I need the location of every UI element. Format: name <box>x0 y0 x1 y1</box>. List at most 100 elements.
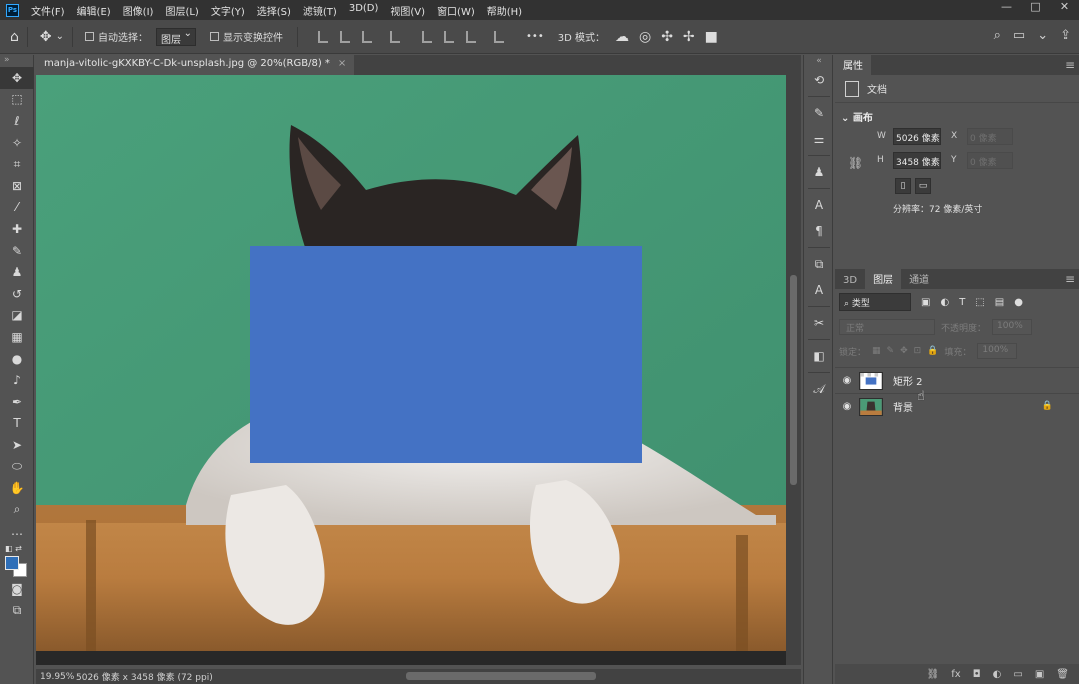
vertical-scroll-thumb[interactable] <box>790 275 797 485</box>
healing-brush-icon[interactable]: ✚ <box>0 218 34 240</box>
lock-transparent-icon[interactable]: ▦ <box>872 346 881 356</box>
layer-row-rectangle[interactable]: ◉ 矩形 2 <box>835 367 1079 393</box>
close-tab-icon[interactable]: × <box>338 58 346 72</box>
move-tool-icon[interactable]: ✥ <box>40 29 52 45</box>
clone-source-icon[interactable]: ♟ <box>804 159 834 185</box>
y-input[interactable]: 0 像素 <box>967 151 1013 169</box>
eraser-tool-icon[interactable]: ◪ <box>0 305 34 327</box>
path-select-icon[interactable]: ➤ <box>0 434 34 456</box>
character-panel-icon[interactable]: A <box>804 192 834 218</box>
minimize-button[interactable]: — <box>992 0 1021 16</box>
filter-toggle-icon[interactable]: ● <box>1014 297 1023 308</box>
3d-slide-icon[interactable]: ✢ <box>683 29 695 45</box>
collapse-toolbar-icon[interactable]: » <box>0 55 33 67</box>
default-colors-icon[interactable]: ◧ ⇄ <box>5 544 22 553</box>
new-layer-icon[interactable]: ▣ <box>1035 669 1044 680</box>
horizontal-scrollbar[interactable] <box>236 672 794 680</box>
marquee-tool-icon[interactable]: ⬚ <box>0 89 34 111</box>
eye-icon[interactable]: ◉ <box>835 401 859 412</box>
more-options-button[interactable]: ••• <box>526 31 544 42</box>
hand-tool-icon[interactable]: ✋ <box>0 477 34 499</box>
lasso-tool-icon[interactable]: ℓ <box>0 110 34 132</box>
more-tools-icon[interactable]: … <box>0 520 34 542</box>
pen-tool-icon[interactable]: ✒ <box>0 391 34 413</box>
eyedropper-icon[interactable]: ⁄ <box>0 197 34 219</box>
3d-camera-icon[interactable]: ■ <box>705 29 718 45</box>
magic-wand-icon[interactable]: ✧ <box>0 132 34 154</box>
delete-layer-icon[interactable]: 🗑 <box>1056 669 1069 680</box>
canvas-area[interactable] <box>36 75 786 665</box>
height-input[interactable]: 3458 像素 <box>893 151 941 169</box>
eye-icon[interactable]: ◉ <box>835 375 859 386</box>
align-bottom-icon[interactable] <box>466 30 477 43</box>
history-panel-icon[interactable]: ⟲ <box>804 67 834 93</box>
tab-layers[interactable]: 图层 <box>865 268 902 289</box>
tab-channels[interactable]: 通道 <box>901 268 937 289</box>
screen-mode-icon[interactable]: ⧉ <box>0 600 34 622</box>
link-icon[interactable]: ⛓ <box>848 156 863 170</box>
glyphs-icon[interactable]: A <box>804 277 834 303</box>
panel-menu-icon[interactable]: ≡ <box>1065 58 1075 72</box>
layer-name[interactable]: 背景 <box>893 399 913 414</box>
adjustments-icon[interactable]: ⚌ <box>804 126 834 152</box>
auto-select-checkbox[interactable] <box>85 32 95 41</box>
menu-file[interactable]: 文件(F) <box>31 3 65 18</box>
quick-mask-icon[interactable]: ◙ <box>0 578 34 600</box>
align-top-icon[interactable] <box>422 30 433 43</box>
align-left-icon[interactable] <box>318 30 329 43</box>
history-brush-icon[interactable]: ↺ <box>0 283 34 305</box>
distribute-vertical-icon[interactable] <box>494 30 505 43</box>
search-icon[interactable]: ⌕ <box>994 28 1001 43</box>
close-button[interactable]: ✕ <box>1050 0 1079 16</box>
type-filter-icon[interactable]: T <box>959 297 965 308</box>
lock-artboard-icon[interactable]: ⊡ <box>914 346 922 356</box>
foreground-color-swatch[interactable] <box>5 556 19 571</box>
blur-tool-icon[interactable]: ● <box>0 348 34 370</box>
dodge-tool-icon[interactable]: ♪ <box>0 369 34 391</box>
tab-3d[interactable]: 3D <box>835 272 865 289</box>
pixel-filter-icon[interactable]: ▣ <box>921 297 930 308</box>
layer-row-background[interactable]: ◉ 背景 🔒 <box>835 393 1079 419</box>
3d-roll-icon[interactable]: ◎ <box>639 29 651 45</box>
document-tab[interactable]: manja-vitolic-gKXKBY-C-Dk-unsplash.jpg @… <box>36 55 355 75</box>
ellipse-tool-icon[interactable]: ⬭ <box>0 456 34 478</box>
distribute-icon[interactable] <box>390 30 401 43</box>
3d-drag-icon[interactable]: ✣ <box>661 29 673 45</box>
type-tool-icon[interactable]: T <box>0 413 34 435</box>
menu-3d[interactable]: 3D(D) <box>349 3 379 18</box>
fill-input[interactable]: 100% <box>977 343 1018 359</box>
menu-layer[interactable]: 图层(L) <box>165 3 198 18</box>
menu-view[interactable]: 视图(V) <box>390 3 425 18</box>
width-input[interactable]: 5026 像素 <box>893 127 941 145</box>
workspace-icon[interactable]: ▭ <box>1013 28 1025 43</box>
layer-comps-icon[interactable]: ⧉ <box>804 251 834 277</box>
x-input[interactable]: 0 像素 <box>967 127 1013 145</box>
align-right-icon[interactable] <box>362 30 373 43</box>
glyph-panel-icon[interactable]: 𝒜 <box>804 376 834 402</box>
gradient-tool-icon[interactable]: ▦ <box>0 326 34 348</box>
menu-image[interactable]: 图像(I) <box>123 3 154 18</box>
chevron-down-icon[interactable]: ⌄ <box>1037 28 1048 43</box>
menu-edit[interactable]: 编辑(E) <box>77 3 111 18</box>
lock-pixels-icon[interactable]: ✎ <box>887 346 895 356</box>
link-layers-icon[interactable]: ⛓ <box>927 669 940 680</box>
3d-orbit-icon[interactable]: ☁ <box>615 29 629 45</box>
new-group-icon[interactable]: ▭ <box>1013 669 1022 680</box>
adjustment-layer-icon[interactable]: ◐ <box>993 669 1002 680</box>
menu-window[interactable]: 窗口(W) <box>437 3 475 18</box>
crop-tool-icon[interactable]: ⌗ <box>0 153 34 175</box>
canvas-section-header[interactable]: ⌄ 画布 <box>835 103 1079 124</box>
menu-select[interactable]: 选择(S) <box>257 3 291 18</box>
opacity-input[interactable]: 100% <box>992 319 1033 335</box>
smart-object-filter-icon[interactable]: ▤ <box>995 297 1004 308</box>
horizontal-scroll-thumb[interactable] <box>406 672 596 680</box>
auto-select-target-dropdown[interactable]: 图层 <box>156 27 197 46</box>
paragraph-panel-icon[interactable]: ¶ <box>804 218 834 244</box>
filter-kind-dropdown[interactable]: ⌕ 类型 <box>839 293 911 311</box>
layer-name[interactable]: 矩形 2 <box>893 373 923 388</box>
zoom-level[interactable]: 19.95% <box>36 672 76 682</box>
vertical-scrollbar[interactable] <box>786 75 801 665</box>
menu-filter[interactable]: 滤镜(T) <box>303 3 337 18</box>
portrait-icon[interactable]: ▯ <box>895 178 911 194</box>
show-transform-checkbox[interactable] <box>210 32 220 41</box>
